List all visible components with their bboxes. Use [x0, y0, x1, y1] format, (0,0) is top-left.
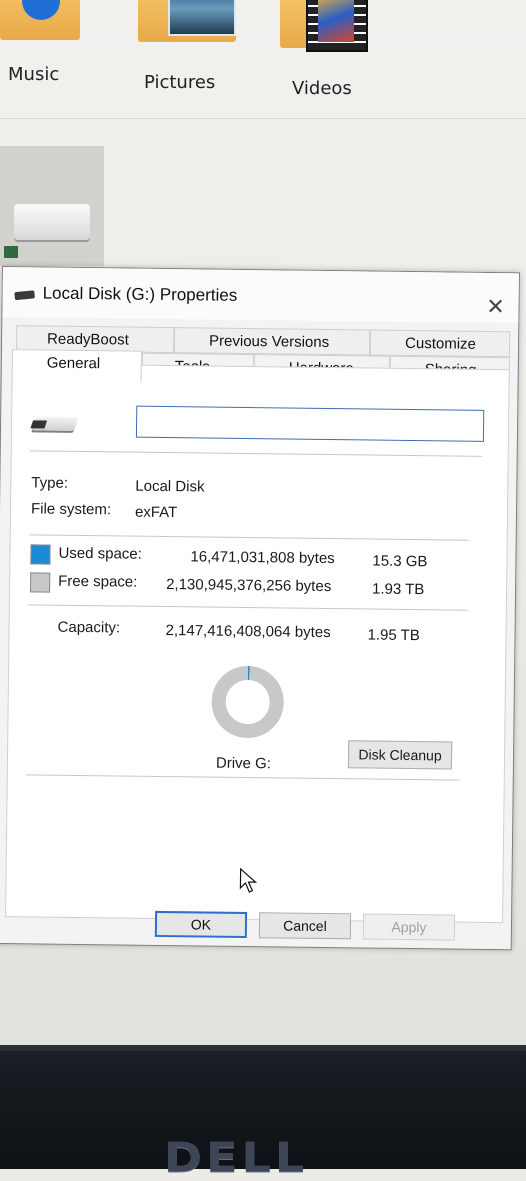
section-divider: [0, 118, 526, 119]
tab-customize[interactable]: Customize: [369, 329, 511, 358]
videos-folder-icon: [280, 0, 368, 52]
separator-capacity: [27, 604, 468, 611]
music-folder-icon: [0, 0, 80, 40]
cancel-button[interactable]: Cancel: [258, 912, 352, 940]
file-system-label: File system:: [30, 500, 112, 519]
folder-label-videos: Videos: [292, 78, 352, 99]
ok-button[interactable]: OK: [154, 910, 248, 939]
capacity-label: Capacity:: [57, 618, 121, 637]
close-button[interactable]: ✕: [482, 295, 508, 321]
apply-button: Apply: [362, 913, 456, 941]
used-space-label: Used space:: [58, 544, 142, 563]
free-space-swatch: [30, 572, 51, 593]
disk-usage-donut: [208, 663, 287, 742]
tab-general[interactable]: General: [11, 349, 142, 383]
folder-label-music: Music: [8, 64, 60, 85]
type-value: Local Disk: [135, 477, 205, 496]
videos-folder[interactable]: Videos: [280, 0, 400, 106]
general-tab-panel: Type: Local Disk File system: exFAT Used…: [5, 363, 510, 924]
drive-title-icon: [14, 290, 35, 301]
disk-cleanup-button[interactable]: Disk Cleanup: [347, 740, 453, 770]
folder-label-pictures: Pictures: [144, 72, 216, 93]
file-system-value: exFAT: [134, 503, 178, 522]
type-label: Type:: [31, 474, 69, 492]
separator-top: [29, 450, 482, 457]
donut-free-ring: [211, 666, 284, 739]
free-space-size: 1.93 TB: [371, 580, 425, 599]
selected-drive-tile[interactable]: [0, 146, 104, 266]
music-note-icon: [22, 0, 60, 20]
tab-previous-versions[interactable]: Previous Versions: [173, 327, 371, 356]
used-space-swatch: [30, 544, 51, 565]
pictures-folder-icon: [138, 0, 236, 42]
pictures-folder[interactable]: Pictures: [132, 0, 252, 100]
film-strip-icon: [306, 0, 368, 52]
separator-mid: [28, 534, 469, 541]
drive-led: [4, 246, 18, 258]
dialog-titlebar[interactable]: Local Disk (G:) Properties ✕: [2, 267, 519, 324]
capacity-bytes: 2,147,416,408,064 bytes: [165, 622, 331, 642]
bezel-edge: [0, 1045, 526, 1051]
music-folder[interactable]: Music: [0, 0, 90, 88]
picture-thumbnail: [168, 0, 236, 36]
used-space-size: 15.3 GB: [372, 552, 428, 571]
drive-icon: [31, 416, 79, 431]
free-space-label: Free space:: [58, 572, 138, 591]
separator-bottom: [25, 774, 460, 781]
capacity-size: 1.95 TB: [367, 626, 420, 645]
hard-drive-icon: [14, 204, 90, 240]
dialog-title: Local Disk (G:) Properties: [42, 283, 238, 305]
drive-name-input[interactable]: [135, 405, 485, 442]
disk-properties-dialog: Local Disk (G:) Properties ✕ ReadyBoost …: [0, 266, 520, 951]
free-space-bytes: 2,130,945,376,256 bytes: [166, 576, 332, 596]
dell-logo: DELL: [164, 1132, 309, 1181]
used-space-bytes: 16,471,031,808 bytes: [190, 548, 335, 568]
drive-letter-label: Drive G:: [215, 754, 272, 773]
